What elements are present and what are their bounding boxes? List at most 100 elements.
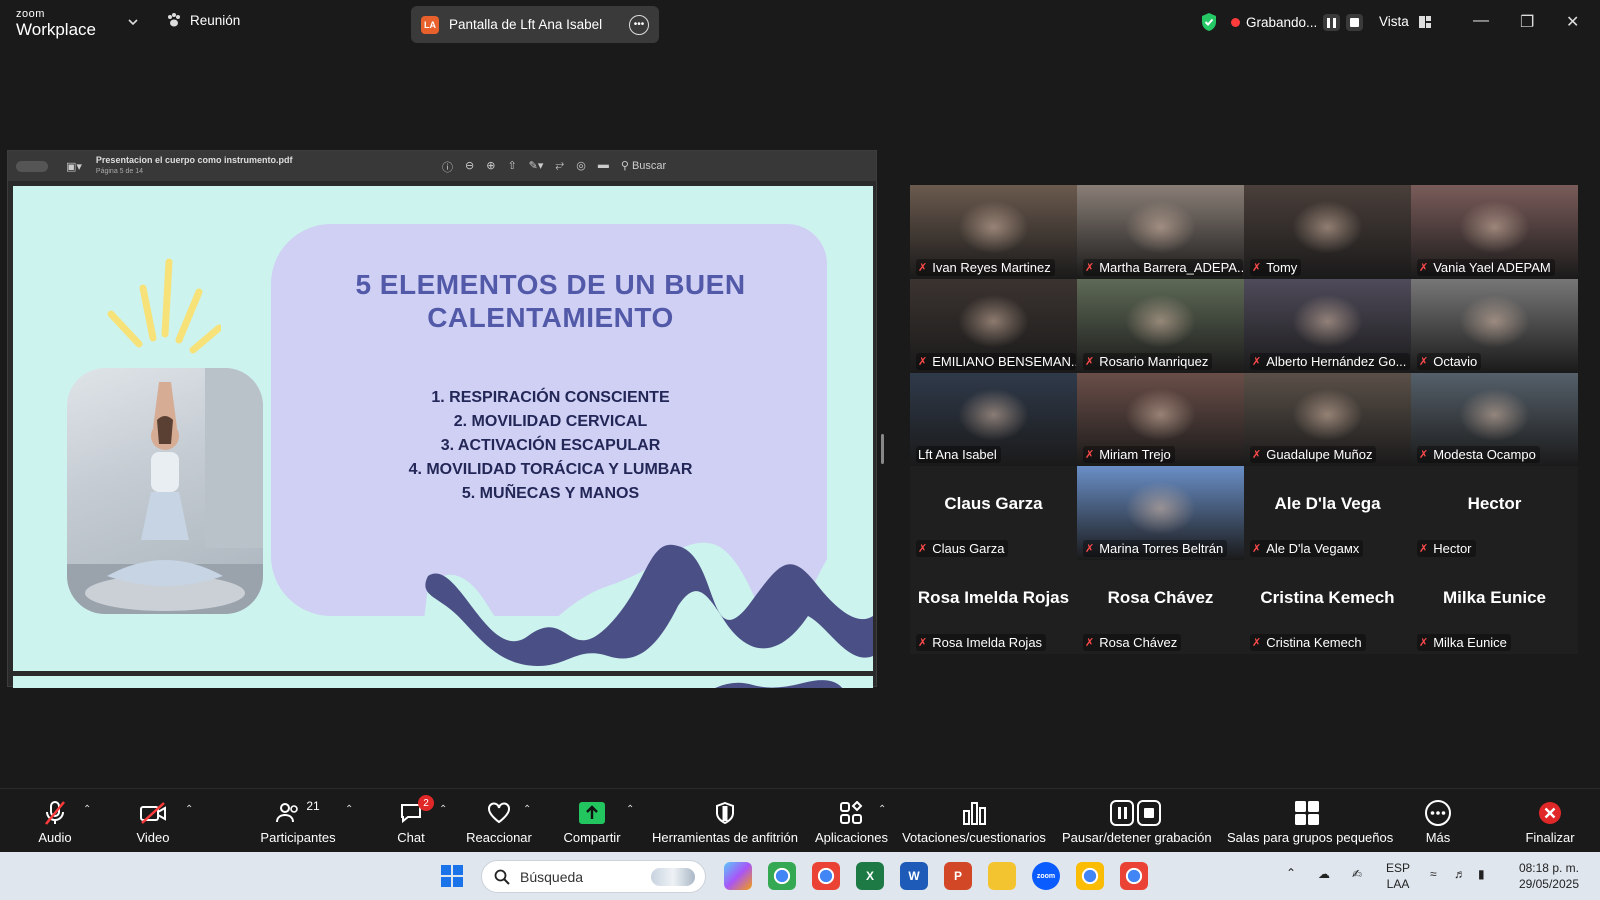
polls-button[interactable]: Votaciones/cuestionarios [902, 799, 1046, 845]
apps-button[interactable]: Aplicaciones [815, 799, 888, 845]
participant-tile[interactable]: ✗ Vania Yael ADEPAM [1411, 185, 1578, 279]
host-tools-button[interactable]: Herramientas de anfitrión [652, 799, 798, 845]
participant-tile[interactable]: Ale D'la Vega ✗ Ale D'la Vegaмх [1244, 466, 1411, 561]
share-export-icon[interactable]: ⇧ [507, 159, 516, 175]
react-options-caret[interactable]: ⌃ [523, 804, 531, 815]
stop-recording-button[interactable] [1346, 14, 1364, 31]
pen-icon[interactable]: ✍ [1352, 867, 1362, 881]
participant-tile[interactable]: ✗ Guadalupe Muñoz [1244, 372, 1411, 467]
excel-icon[interactable]: X [856, 862, 884, 890]
cloud-icon[interactable]: ☁ [1318, 867, 1330, 881]
chrome-profile-3-icon[interactable] [1120, 862, 1148, 890]
info-icon[interactable]: ⓘ [442, 159, 453, 175]
rotate-icon[interactable]: ⥂ [555, 159, 564, 175]
wifi-icon[interactable]: ≈ [1430, 867, 1437, 881]
chevron-down-icon[interactable] [126, 15, 140, 29]
form-icon[interactable]: ▬ [598, 159, 609, 175]
participant-name-label: ✗ EMILIANO BENSEMAN... [916, 352, 1076, 370]
participant-tile[interactable]: Cristina Kemech ✗ Cristina Kemech [1244, 560, 1411, 654]
markup-pen-icon[interactable]: ✎▾ [529, 159, 544, 175]
windows-start-icon[interactable] [441, 865, 463, 887]
participant-name-label: ✗ Martha Barrera_ADEPA... [1083, 258, 1243, 276]
split-divider[interactable] [881, 434, 884, 464]
participants-options-caret[interactable]: ⌃ [345, 804, 353, 815]
word-icon[interactable]: W [900, 862, 928, 890]
end-meeting-button[interactable]: Finalizar [1524, 799, 1576, 845]
volume-icon[interactable]: ♬ [1454, 867, 1466, 881]
sidebar-toggle-icon[interactable]: ▣▾ [66, 160, 82, 173]
audio-options-caret[interactable]: ⌃ [83, 804, 91, 815]
participant-tile[interactable]: ✗ Marina Torres Beltrán [1077, 466, 1244, 561]
annotate-icon[interactable]: ◎ [576, 159, 586, 175]
participant-name-label: ✗ Marina Torres Beltrán [1083, 540, 1228, 558]
video-off-icon [140, 802, 166, 824]
clock[interactable]: 08:18 p. m. 29/05/2025 [1513, 860, 1579, 892]
participant-tile[interactable]: Lft Ana Isabel [910, 372, 1077, 467]
participant-tile[interactable]: Rosa Imelda Rojas ✗ Rosa Imelda Rojas [910, 560, 1077, 654]
zoom-app-icon[interactable]: zoom [1032, 862, 1060, 890]
restore-button[interactable]: ❐ [1520, 12, 1534, 32]
window-controls[interactable] [16, 160, 48, 172]
mic-muted-icon: ✗ [1419, 449, 1429, 462]
participant-tile[interactable]: Milka Eunice ✗ Milka Eunice [1411, 560, 1578, 654]
title-bar: zoom Workplace Reunión LA Pantalla de Lf… [0, 0, 1600, 46]
participant-name-label: ✗ Modesta Ocampo [1417, 446, 1540, 464]
zoom-in-icon[interactable]: ⊕ [486, 159, 495, 175]
participant-tile[interactable]: Hector ✗ Hector [1411, 466, 1578, 561]
participant-display-name: Rosa Chávez [1107, 588, 1214, 608]
share-screen-button[interactable]: Compartir [562, 799, 622, 845]
chrome-icon[interactable] [768, 862, 796, 890]
apps-options-caret[interactable]: ⌃ [878, 804, 886, 815]
video-options-caret[interactable]: ⌃ [185, 804, 193, 815]
share-indicator[interactable]: LA Pantalla de Lft Ana Isabel ••• [411, 6, 659, 43]
participant-tile[interactable]: ✗ Martha Barrera_ADEPA... [1077, 185, 1244, 279]
view-button[interactable]: Vista [1379, 14, 1431, 29]
chat-button[interactable]: 2 Chat [396, 795, 434, 845]
mic-muted-icon: ✗ [1252, 543, 1262, 556]
participant-tile[interactable]: Claus Garza ✗ Claus Garza [910, 466, 1077, 561]
participant-display-name: Hector [1467, 494, 1522, 514]
mic-muted-icon: ✗ [1085, 355, 1095, 368]
participant-tile[interactable]: ✗ Tomy [1244, 185, 1411, 279]
audio-button[interactable]: Audio [34, 799, 76, 845]
share-options-caret[interactable]: ⌃ [626, 804, 634, 815]
mic-muted-icon: ✗ [1085, 543, 1095, 556]
language-indicator[interactable]: ESP LAA [1386, 860, 1410, 892]
participants-button[interactable]: 21 Participantes [258, 799, 338, 845]
chrome-profile-2-icon[interactable] [1076, 862, 1104, 890]
encryption-shield-icon[interactable] [1200, 12, 1218, 32]
participant-tile[interactable]: ✗ Modesta Ocampo [1411, 372, 1578, 467]
list-item: 2. MOVILIDAD CERVICAL [453, 413, 648, 430]
pause-recording-button[interactable] [1323, 14, 1341, 31]
zoom-out-icon[interactable]: ⊖ [465, 159, 474, 175]
mic-muted-icon: ✗ [1085, 449, 1095, 462]
meeting-info-button[interactable]: Reunión [166, 12, 240, 28]
participant-tile[interactable]: ✗ Miriam Trejo [1077, 372, 1244, 467]
taskbar-search[interactable]: Búsqueda [481, 860, 706, 893]
mic-muted-icon: ✗ [1419, 543, 1429, 556]
more-button[interactable]: Más [1418, 799, 1458, 845]
chrome-profile-icon[interactable] [812, 862, 840, 890]
participant-tile[interactable]: ✗ EMILIANO BENSEMAN... [910, 278, 1077, 373]
participant-name-label: ✗ Rosa Chávez [1083, 633, 1182, 651]
powerpoint-icon[interactable]: P [944, 862, 972, 890]
participant-tile[interactable]: ✗ Alberto Hernández Go... [1244, 278, 1411, 373]
participant-tile[interactable]: ✗ Octavio [1411, 278, 1578, 373]
pdf-search[interactable]: ⚲ Buscar [621, 159, 666, 175]
mic-muted-icon: ✗ [1085, 636, 1095, 649]
copilot-icon[interactable] [724, 862, 752, 890]
tray-expand-icon[interactable]: ⌃ [1286, 866, 1296, 880]
chat-options-caret[interactable]: ⌃ [439, 804, 447, 815]
close-button[interactable]: ✕ [1566, 12, 1579, 32]
video-button[interactable]: Video [132, 799, 174, 845]
file-explorer-icon[interactable] [988, 862, 1016, 890]
more-dots-icon[interactable]: ••• [629, 14, 649, 35]
breakout-rooms-button[interactable]: Salas para grupos pequeños [1227, 799, 1393, 845]
participant-tile[interactable]: ✗ Ivan Reyes Martinez [910, 185, 1077, 279]
participant-tile[interactable]: Rosa Chávez ✗ Rosa Chávez [1077, 560, 1244, 654]
pause-recording-button[interactable]: Pausar/detener grabación [1062, 799, 1212, 845]
participant-display-name: Ale D'la Vega [1274, 494, 1381, 514]
participant-tile[interactable]: ✗ Rosario Manriquez [1077, 278, 1244, 373]
minimize-button[interactable]: — [1473, 12, 1489, 30]
battery-icon[interactable]: ▮ [1478, 867, 1485, 881]
